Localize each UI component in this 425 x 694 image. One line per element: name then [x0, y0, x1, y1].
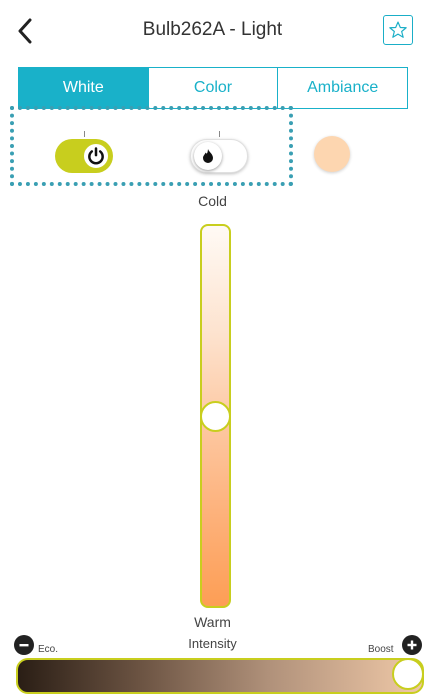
favorite-button[interactable] — [383, 15, 413, 45]
tab-white[interactable]: White — [19, 68, 148, 108]
power-icon — [88, 147, 104, 165]
tab-ambiance[interactable]: Ambiance — [277, 68, 407, 108]
flame-icon — [203, 149, 213, 163]
intensity-slider-thumb[interactable] — [392, 658, 424, 690]
header-bar: Bulb262A - Light — [0, 0, 425, 64]
power-toggle[interactable] — [55, 139, 113, 173]
star-outline-icon — [389, 21, 407, 38]
power-toggle-tick — [84, 131, 85, 137]
decrease-intensity-button[interactable] — [14, 635, 34, 655]
power-toggle-knob — [82, 142, 110, 170]
tab-color[interactable]: Color — [147, 68, 278, 108]
eco-label: Eco. — [38, 644, 59, 655]
flame-toggle-tick — [219, 131, 220, 137]
temperature-slider-thumb[interactable] — [200, 400, 231, 432]
toggle-group-highlight — [10, 106, 293, 186]
color-preview-swatch[interactable] — [314, 136, 350, 172]
plus-icon — [407, 640, 417, 650]
flame-toggle[interactable] — [190, 139, 248, 173]
temperature-warm-label: Warm — [194, 614, 231, 630]
intensity-slider-track[interactable] — [16, 658, 424, 694]
page-title: Bulb262A - Light — [142, 19, 283, 40]
mode-tabs: White Color Ambiance — [18, 67, 408, 109]
increase-intensity-button[interactable] — [402, 635, 422, 655]
flame-toggle-knob — [194, 142, 222, 170]
boost-label: Boost — [368, 644, 394, 655]
minus-icon — [19, 644, 29, 647]
temperature-cold-label: Cold — [198, 193, 227, 209]
intensity-label: Intensity — [188, 636, 237, 651]
